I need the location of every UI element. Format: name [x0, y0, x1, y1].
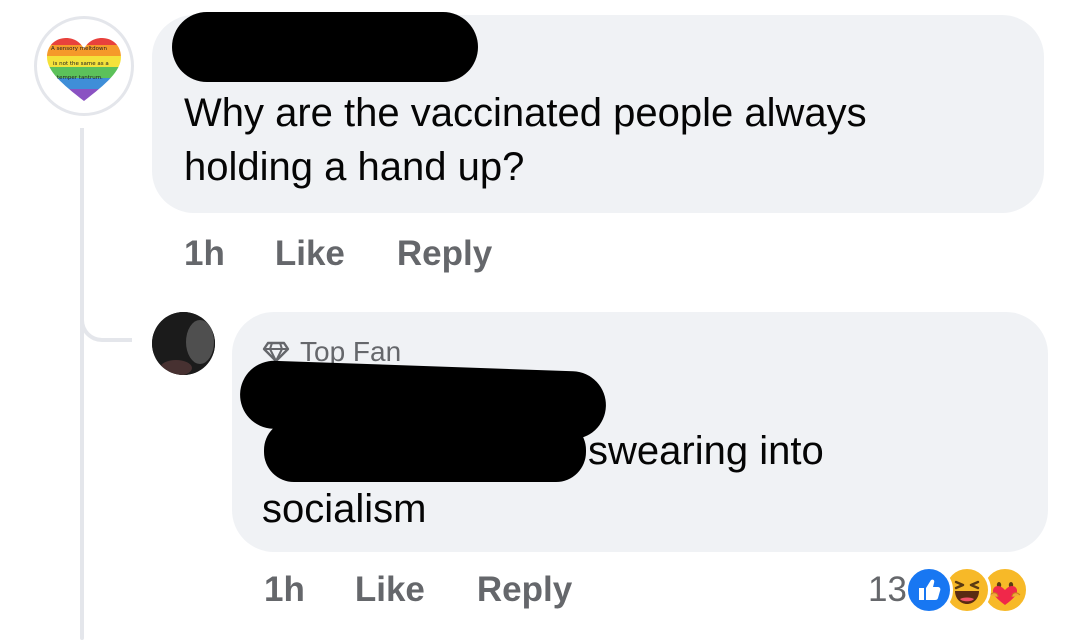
comment-actions: 1h Like Reply: [184, 230, 492, 278]
comment-text: Why are the vaccinated people always hol…: [184, 91, 867, 189]
avatar[interactable]: A sensory meltdown is not the same as a …: [34, 16, 134, 116]
reply-button[interactable]: Reply: [477, 570, 572, 610]
svg-text:A sensory meltdown: A sensory meltdown: [51, 46, 108, 52]
like-button[interactable]: Like: [275, 234, 345, 274]
reply-timestamp[interactable]: 1h: [264, 570, 305, 610]
reply-actions: 1h Like Reply: [264, 566, 572, 614]
like-button[interactable]: Like: [355, 570, 425, 610]
like-reaction-icon: [904, 566, 953, 614]
redacted-name: [172, 12, 478, 82]
diamond-icon: [262, 341, 290, 363]
thread-connector: [80, 128, 132, 342]
redacted-text: [264, 420, 586, 482]
comment-timestamp[interactable]: 1h: [184, 234, 225, 274]
reaction-count[interactable]: 13: [868, 570, 907, 610]
reply-avatar[interactable]: [152, 312, 215, 375]
rainbow-heart-icon: A sensory meltdown is not the same as a …: [47, 38, 121, 101]
svg-text:temper tantrum.: temper tantrum.: [57, 75, 103, 81]
reply-text: swearing into: [588, 429, 824, 473]
reply-text-continued: socialism: [262, 487, 427, 531]
reactions-summary[interactable]: 13: [868, 566, 1029, 614]
profile-photo-icon: [152, 312, 215, 375]
reply-button[interactable]: Reply: [397, 234, 492, 274]
svg-text:is not the same as a: is not the same as a: [53, 61, 109, 67]
